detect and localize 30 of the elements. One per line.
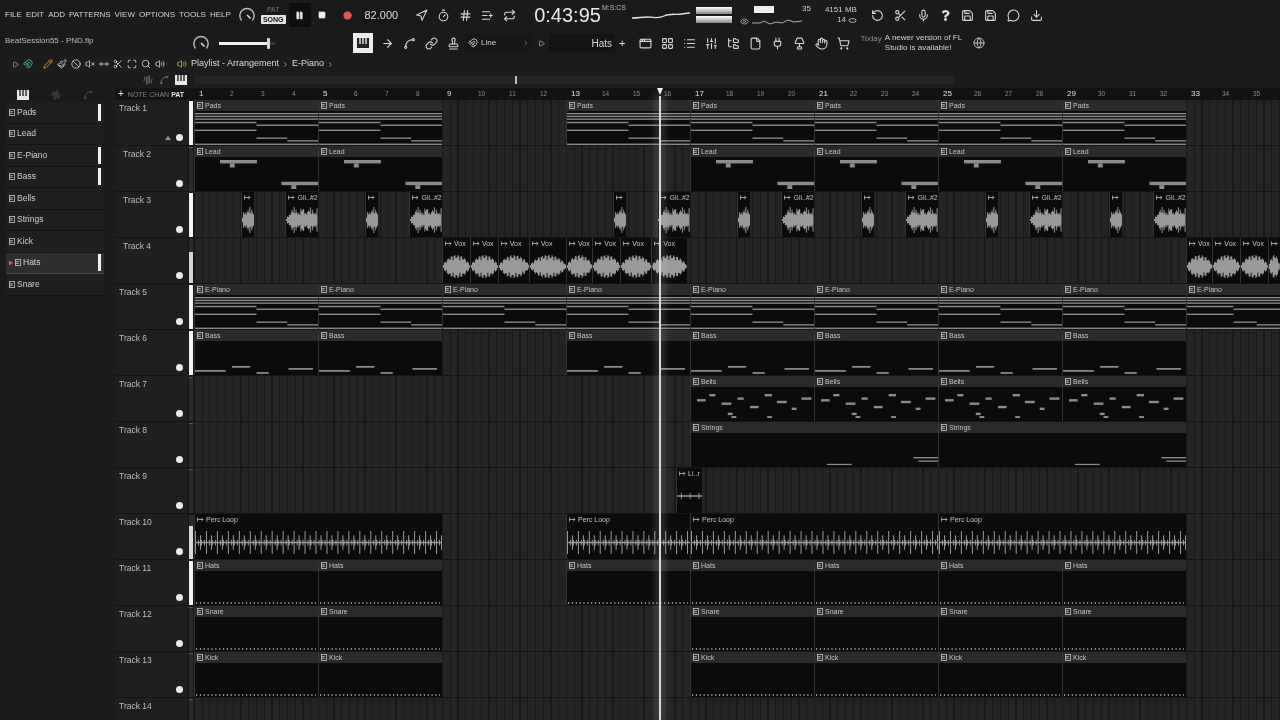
track-name: Track 13 [118, 654, 152, 665]
track-name: Track 10 [118, 516, 152, 527]
track-name: Track 14 [118, 700, 152, 711]
cpu-reading: 35 [802, 3, 811, 15]
project-filename: BeatSession55 - PND.flp [4, 35, 95, 47]
track-name: Track 3 [122, 194, 152, 205]
news-date: Today [860, 33, 882, 45]
ruler-bar-number: 21 [819, 89, 828, 99]
memory-reading: 4151 MB [824, 5, 857, 15]
ruler-bar-number: 17 [695, 89, 704, 99]
song-time: 0:43:95 [534, 4, 601, 26]
ruler-bar-number: 13 [571, 89, 580, 99]
ruler-bar-number: 9 [447, 89, 452, 99]
ruler-bar-number: 25 [943, 89, 952, 99]
voices-reading: 14 [837, 15, 846, 25]
track-name: Track 8 [118, 424, 148, 435]
news-message: A newer version of FL Studio is available! [884, 33, 963, 53]
track-name: Track 12 [118, 608, 152, 619]
ruler-bar-number: 5 [323, 89, 328, 99]
track-name: Track 9 [118, 470, 148, 481]
ruler-bar-number: 33 [1191, 89, 1200, 99]
track-name: Track 1 [118, 102, 148, 113]
track-name: Track 7 [118, 378, 148, 389]
ruler-bar-number: 29 [1067, 89, 1076, 99]
track-name: Track 11 [118, 562, 152, 573]
ruler-bar-number: 1 [199, 89, 204, 99]
track-name: Track 4 [122, 240, 152, 251]
track-name: Track 6 [118, 332, 148, 343]
track-name: Track 2 [122, 148, 152, 159]
track-name: Track 5 [118, 286, 148, 297]
